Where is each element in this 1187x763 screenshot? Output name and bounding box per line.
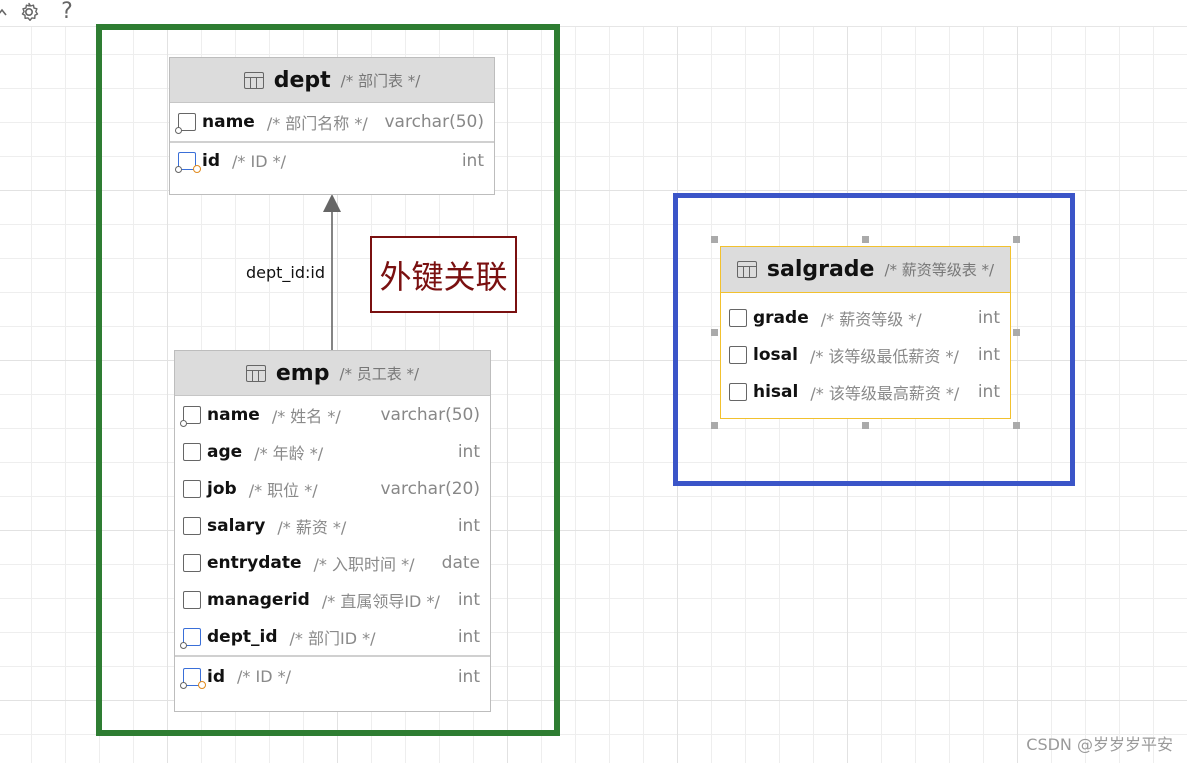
column-icon [729, 382, 747, 401]
chevron-up-icon[interactable] [0, 1, 8, 23]
field-type: int [457, 666, 480, 687]
foreign-key-icon [180, 627, 201, 649]
table-comment: /* 薪资等级表 */ [884, 261, 995, 279]
field-name: job [207, 478, 237, 499]
field-name: managerid [207, 589, 310, 610]
column-icon [183, 479, 201, 498]
table-icon [245, 364, 266, 382]
watermark: CSDN @岁岁岁平安 [1026, 735, 1173, 754]
field-row[interactable]: grade /* 薪资等级 */ int [721, 299, 1010, 336]
selection-handle[interactable] [862, 422, 869, 429]
selection-handle[interactable] [711, 422, 718, 429]
field-comment: /* 职位 */ [248, 480, 318, 500]
field-row[interactable]: age /* 年龄 */ int [175, 433, 490, 470]
field-row[interactable]: managerid /* 直属领导ID */ int [175, 581, 490, 618]
field-type: int [977, 381, 1000, 402]
selection-handle[interactable] [1013, 422, 1020, 429]
field-name: age [207, 441, 243, 462]
field-type: int [457, 515, 480, 536]
selection-handle[interactable] [1013, 329, 1020, 336]
field-row[interactable]: salary /* 薪资 */ int [175, 507, 490, 544]
field-comment: /* 姓名 */ [271, 406, 341, 426]
table-comment: /* 部门表 */ [340, 71, 421, 90]
primary-key-icon [180, 667, 206, 689]
field-type: varchar(50) [380, 404, 480, 425]
column-icon [183, 553, 201, 572]
fk-annotation: 外键关联 [370, 236, 517, 313]
field-type: varchar(20) [380, 478, 480, 499]
column-icon [183, 590, 201, 609]
field-comment: /* 部门ID */ [289, 628, 376, 648]
field-row[interactable]: hisal /* 该等级最高薪资 */ int [721, 373, 1010, 410]
diagram-toolbar: ? [0, 0, 1187, 27]
primary-key-icon [175, 152, 201, 173]
field-comment: /* 入职时间 */ [313, 554, 415, 574]
field-comment: /* 直属领导ID */ [321, 591, 440, 611]
field-name: id [202, 151, 220, 171]
help-icon[interactable]: ? [56, 1, 78, 23]
selection-handle[interactable] [862, 236, 869, 243]
field-name: id [207, 666, 225, 687]
column-icon [175, 113, 196, 134]
field-comment: /* 年龄 */ [254, 443, 324, 463]
field-type: varchar(50) [384, 112, 484, 132]
field-type: int [457, 589, 480, 610]
key-row[interactable]: id /* ID */ int [170, 141, 494, 179]
field-comment: /* ID */ [232, 151, 286, 171]
table-icon [736, 261, 757, 278]
field-type: int [461, 151, 484, 171]
edge-label: dept_id:id [246, 263, 326, 282]
field-type: date [441, 552, 480, 573]
field-name: grade [753, 307, 809, 328]
field-row[interactable]: name /* 姓名 */ varchar(50) [175, 396, 490, 433]
selection-handle[interactable] [1013, 236, 1020, 243]
table-salgrade[interactable]: salgrade /* 薪资等级表 */ grade /* 薪资等级 */ in… [720, 246, 1011, 419]
field-name: hisal [753, 381, 799, 402]
field-comment: /* 该等级最高薪资 */ [810, 383, 960, 403]
field-type: int [977, 344, 1000, 365]
column-icon [729, 345, 747, 364]
field-row[interactable]: name /* 部门名称 */ varchar(50) [170, 103, 494, 141]
field-comment: /* ID */ [237, 667, 291, 686]
selection-handle[interactable] [711, 236, 718, 243]
selection-handle[interactable] [711, 329, 718, 336]
table-name: emp [275, 360, 330, 386]
table-name: dept [273, 67, 331, 93]
field-comment: /* 该等级最低薪资 */ [809, 346, 959, 366]
field-name: name [202, 112, 255, 132]
field-row[interactable]: dept_id /* 部门ID */ int [175, 618, 490, 655]
field-type: int [457, 441, 480, 462]
field-type: int [977, 307, 1000, 328]
table-dept[interactable]: dept /* 部门表 */ name /* 部门名称 */ varchar(5… [169, 57, 495, 195]
table-emp[interactable]: emp /* 员工表 */ name /* 姓名 */ varchar(50) … [174, 350, 491, 712]
field-row[interactable]: losal /* 该等级最低薪资 */ int [721, 336, 1010, 373]
table-name: salgrade [766, 257, 875, 282]
column-icon [183, 442, 201, 461]
field-row[interactable]: entrydate /* 入职时间 */ date [175, 544, 490, 581]
field-type: int [457, 626, 480, 647]
column-icon [729, 308, 747, 327]
gear-icon[interactable] [18, 1, 40, 23]
table-comment: /* 员工表 */ [339, 364, 420, 383]
fk-annotation-text: 外键关联 [379, 257, 508, 296]
field-name: entrydate [207, 552, 302, 573]
table-header[interactable]: dept /* 部门表 */ [170, 58, 494, 103]
key-row[interactable]: id /* ID */ int [175, 655, 490, 696]
table-header[interactable]: emp /* 员工表 */ [175, 351, 490, 396]
field-name: name [207, 404, 260, 425]
field-name: dept_id [207, 626, 278, 647]
field-comment: /* 薪资等级 */ [820, 309, 922, 329]
column-icon [183, 516, 201, 535]
field-row[interactable]: job /* 职位 */ varchar(20) [175, 470, 490, 507]
table-header[interactable]: salgrade /* 薪资等级表 */ [721, 247, 1010, 293]
field-name: losal [753, 344, 798, 365]
column-icon [180, 405, 201, 427]
table-icon [243, 71, 264, 89]
field-name: salary [207, 515, 266, 536]
field-comment: /* 薪资 */ [277, 517, 347, 537]
field-comment: /* 部门名称 */ [266, 114, 368, 133]
